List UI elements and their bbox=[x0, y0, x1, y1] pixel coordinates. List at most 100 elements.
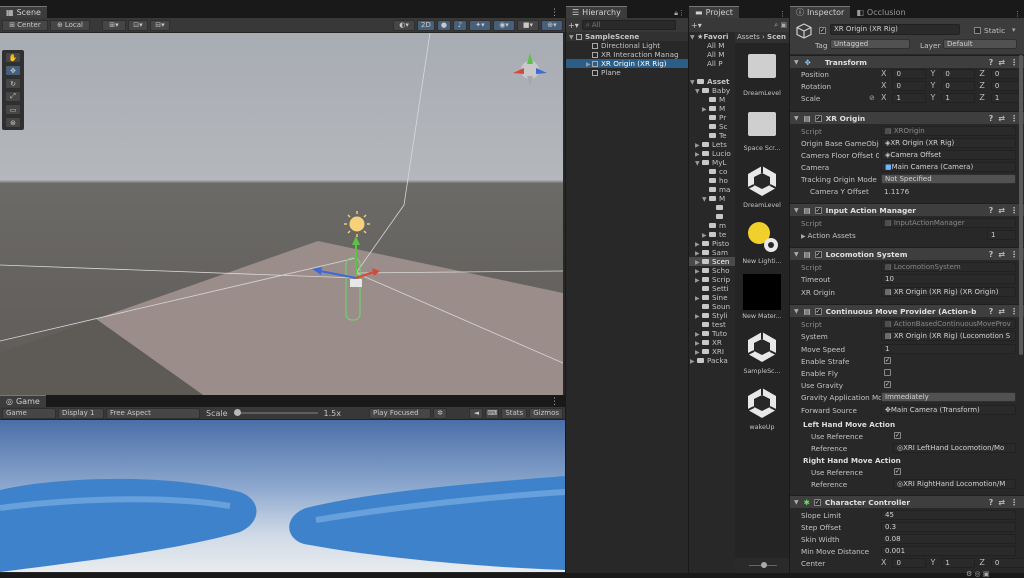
tab-occlusion[interactable]: ◧ Occlusion bbox=[850, 6, 912, 18]
status-icons[interactable]: ⚙ ◎ ▣ bbox=[966, 570, 989, 578]
assets-root-row[interactable]: ▼ Asset bbox=[689, 77, 735, 86]
component-menu-icon[interactable]: ⋮ bbox=[1010, 498, 1018, 507]
folder-row[interactable]: m bbox=[689, 221, 735, 230]
character-controller-header[interactable]: ▼ ✱ ✓ Character Controller ? ⇄ ⋮ bbox=[790, 495, 1024, 508]
scene-root-row[interactable]: ▼ SampleScene bbox=[566, 32, 688, 41]
create-asset-icon[interactable]: +▾ bbox=[691, 21, 702, 30]
packages-row[interactable]: ▶ Packa bbox=[689, 356, 735, 365]
component-menu-icon[interactable]: ⋮ bbox=[1010, 250, 1018, 259]
component-menu-icon[interactable]: ⋮ bbox=[1010, 206, 1018, 215]
folder-row[interactable]: test bbox=[689, 320, 735, 329]
scale-x-input[interactable]: 1 bbox=[892, 93, 927, 103]
help-icon[interactable]: ? bbox=[989, 307, 994, 316]
xr-origin-field[interactable]: ▤ XR Origin (XR Rig) (XR Origin) bbox=[881, 287, 1016, 297]
camera-settings-icon[interactable]: ■▾ bbox=[517, 19, 539, 31]
asset-zoom-handle[interactable] bbox=[761, 562, 767, 568]
project-search-icon[interactable]: ⌕ ▣ bbox=[774, 21, 787, 30]
folder-row[interactable]: ▶ Styli bbox=[689, 311, 735, 320]
folder-row[interactable]: Sc bbox=[689, 122, 735, 131]
shortcut-icon[interactable]: ⌨ bbox=[485, 407, 500, 419]
right-use-reference-checkbox[interactable]: ✓ bbox=[894, 468, 901, 475]
move-tool-icon[interactable]: ✥ bbox=[5, 65, 21, 76]
tab-project[interactable]: ▬ Project bbox=[689, 6, 739, 18]
hierarchy-item-xr-interaction[interactable]: XR Interaction Manag bbox=[566, 50, 688, 59]
tab-hierarchy[interactable]: ☰ Hierarchy bbox=[566, 6, 627, 18]
gravity-mode-dropdown[interactable]: Immediately bbox=[881, 392, 1016, 402]
project-lock-icon[interactable]: ⋮ bbox=[779, 10, 789, 18]
camera-y-offset-value[interactable]: 1.1176 bbox=[884, 187, 909, 196]
inspector-lock-icon[interactable]: ⋮ bbox=[1014, 10, 1024, 18]
action-assets-row[interactable]: ▶ Action Assets bbox=[801, 231, 856, 240]
lighting-toggle-icon[interactable]: ● bbox=[436, 19, 451, 31]
component-menu-icon[interactable]: ⋮ bbox=[1010, 58, 1018, 67]
xr-origin-header[interactable]: ▼ ▤ ✓ XR Origin ? ⇄ ⋮ bbox=[790, 111, 1024, 124]
object-name-input[interactable]: XR Origin (XR Rig) bbox=[830, 24, 960, 35]
fav-item[interactable]: All M bbox=[689, 41, 735, 50]
folder-row[interactable]: ▶ Sine bbox=[689, 293, 735, 302]
help-icon[interactable]: ? bbox=[989, 114, 994, 123]
scene-viewport[interactable]: ✋ ✥ ↻ ⤢ ▭ ⊛ bbox=[0, 33, 563, 395]
fav-item[interactable]: All P bbox=[689, 59, 735, 68]
foldout-icon[interactable]: ▼ bbox=[794, 59, 799, 66]
help-icon[interactable]: ? bbox=[989, 250, 994, 259]
gizmos-toggle-icon[interactable]: ⊕▾ bbox=[541, 19, 563, 31]
scale-y-input[interactable]: 1 bbox=[941, 93, 976, 103]
transform-header[interactable]: ▼ ✥ Transform ? ⇄ ⋮ bbox=[790, 55, 1024, 68]
asset-tile[interactable]: wakeUp bbox=[738, 386, 786, 431]
mode-2d-button[interactable]: 2D bbox=[417, 19, 435, 31]
asset-tile[interactable]: SampleSc... bbox=[738, 330, 786, 375]
component-enabled-checkbox[interactable]: ✓ bbox=[814, 307, 822, 315]
asset-tile[interactable]: DreamLevel bbox=[738, 54, 786, 97]
rotation-x-input[interactable]: 0 bbox=[892, 81, 927, 91]
center-y-input[interactable]: 1 bbox=[941, 558, 976, 568]
input-action-header[interactable]: ▼ ▤ ✓ Input Action Manager ? ⇄ ⋮ bbox=[790, 203, 1024, 216]
scale-slider-handle[interactable] bbox=[233, 409, 241, 416]
preset-icon[interactable]: ⇄ bbox=[998, 206, 1005, 215]
rotation-y-input[interactable]: 0 bbox=[941, 81, 976, 91]
asset-tile[interactable]: DreamLevel bbox=[738, 164, 786, 209]
gizmos-button[interactable]: Gizmos bbox=[529, 407, 563, 419]
foldout-icon[interactable]: ▼ bbox=[794, 115, 799, 122]
folder-row[interactable]: ▶ Tuto bbox=[689, 329, 735, 338]
enable-fly-checkbox[interactable] bbox=[884, 369, 891, 376]
static-checkbox[interactable] bbox=[974, 27, 981, 34]
scale-slider[interactable] bbox=[233, 409, 318, 416]
folder-row[interactable] bbox=[689, 212, 735, 221]
folder-row[interactable]: ▼ Baby bbox=[689, 86, 735, 95]
play-mode-dropdown[interactable]: Play Focused bbox=[369, 407, 431, 419]
breadcrumb-root[interactable]: Assets bbox=[737, 33, 760, 41]
folder-row[interactable]: ho bbox=[689, 176, 735, 185]
breadcrumb-child[interactable]: Scen bbox=[767, 33, 786, 41]
transform-tool-icon[interactable]: ⊛ bbox=[5, 117, 21, 128]
forward-source-field[interactable]: ✥Main Camera (Transform) bbox=[881, 405, 1016, 415]
hand-tool-icon[interactable]: ✋ bbox=[5, 52, 21, 63]
system-field[interactable]: ▤ XR Origin (XR Rig) (Locomotion S bbox=[881, 331, 1016, 341]
asset-tile[interactable]: Space Scr... bbox=[738, 112, 786, 152]
move-speed-input[interactable]: 1 bbox=[881, 344, 1016, 354]
constrain-proportions-icon[interactable]: ⊘ bbox=[869, 94, 875, 102]
favorites-row[interactable]: ▼ ★Favori bbox=[689, 32, 735, 41]
active-checkbox[interactable]: ✓ bbox=[819, 27, 826, 34]
component-enabled-checkbox[interactable]: ✓ bbox=[813, 498, 821, 506]
hierarchy-lock-icon[interactable]: 🔒︎⋮ bbox=[674, 9, 688, 18]
folder-row[interactable]: ▶ Lets bbox=[689, 140, 735, 149]
folder-row[interactable]: Te bbox=[689, 131, 735, 140]
origin-base-field[interactable]: ◈XR Origin (XR Rig) bbox=[881, 138, 1016, 148]
min-move-distance-input[interactable]: 0.001 bbox=[881, 546, 1016, 556]
folder-row[interactable]: ▶ Scrip bbox=[689, 275, 735, 284]
foldout-icon[interactable]: ▼ bbox=[794, 308, 799, 315]
asset-tile[interactable]: New Lighti... bbox=[738, 220, 786, 265]
move-provider-header[interactable]: ▼ ▤ ✓ Continuous Move Provider (Action-b… bbox=[790, 304, 1024, 317]
folder-row[interactable]: ▶ XRI bbox=[689, 347, 735, 356]
help-icon[interactable]: ? bbox=[989, 58, 994, 67]
step-offset-input[interactable]: 0.3 bbox=[881, 522, 1016, 532]
help-icon[interactable]: ? bbox=[989, 498, 994, 507]
help-icon[interactable]: ? bbox=[989, 206, 994, 215]
foldout-icon[interactable]: ▼ bbox=[794, 251, 799, 258]
rect-tool-icon[interactable]: ▭ bbox=[5, 104, 21, 115]
visibility-toggle-icon[interactable]: ◉▾ bbox=[493, 19, 515, 31]
stats-button[interactable]: Stats bbox=[501, 407, 528, 419]
pivot-dropdown[interactable]: ⊞ Center bbox=[2, 19, 48, 31]
hierarchy-item-xr-origin[interactable]: ▶ XR Origin (XR Rig) bbox=[566, 59, 688, 68]
folder-row[interactable]: ▶ XR bbox=[689, 338, 735, 347]
